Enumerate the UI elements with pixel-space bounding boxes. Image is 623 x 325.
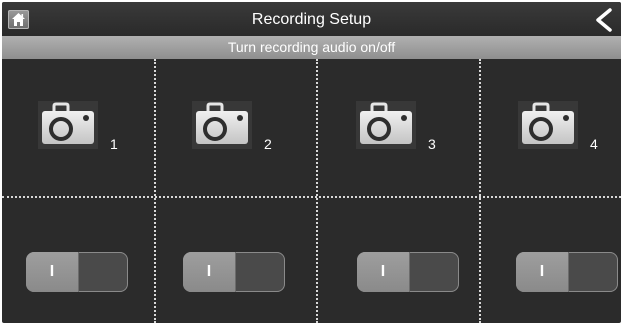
back-button[interactable] [593, 8, 615, 32]
camera-number: 3 [428, 136, 436, 152]
column-divider [479, 59, 481, 323]
chevron-left-icon [596, 8, 612, 32]
row-divider [2, 196, 621, 198]
camera-number: 2 [264, 136, 272, 152]
toggle-knob: I [357, 252, 410, 292]
instruction-bar: Turn recording audio on/off [2, 36, 621, 59]
column-divider [154, 59, 156, 323]
toggle-knob: I [516, 252, 569, 292]
camera-icon [192, 101, 252, 149]
camera-icon [518, 101, 578, 149]
audio-toggle-camera-2[interactable]: I [183, 252, 285, 292]
audio-toggle-camera-3[interactable]: I [357, 252, 459, 292]
camera-grid: 1 2 3 4 I I I I [2, 59, 621, 323]
camera-number: 1 [110, 136, 118, 152]
page-title: Recording Setup [251, 11, 372, 28]
column-divider [316, 59, 318, 323]
toggle-knob: I [26, 252, 79, 292]
recording-setup-screen: Recording Setup Turn recording audio on/… [0, 0, 623, 325]
audio-toggle-camera-1[interactable]: I [26, 252, 128, 292]
toggle-knob: I [183, 252, 236, 292]
camera-icon [356, 101, 416, 149]
camera-icon [38, 101, 98, 149]
audio-toggle-camera-4[interactable]: I [516, 252, 618, 292]
camera-number: 4 [590, 136, 598, 152]
top-bar: Recording Setup [2, 2, 621, 36]
